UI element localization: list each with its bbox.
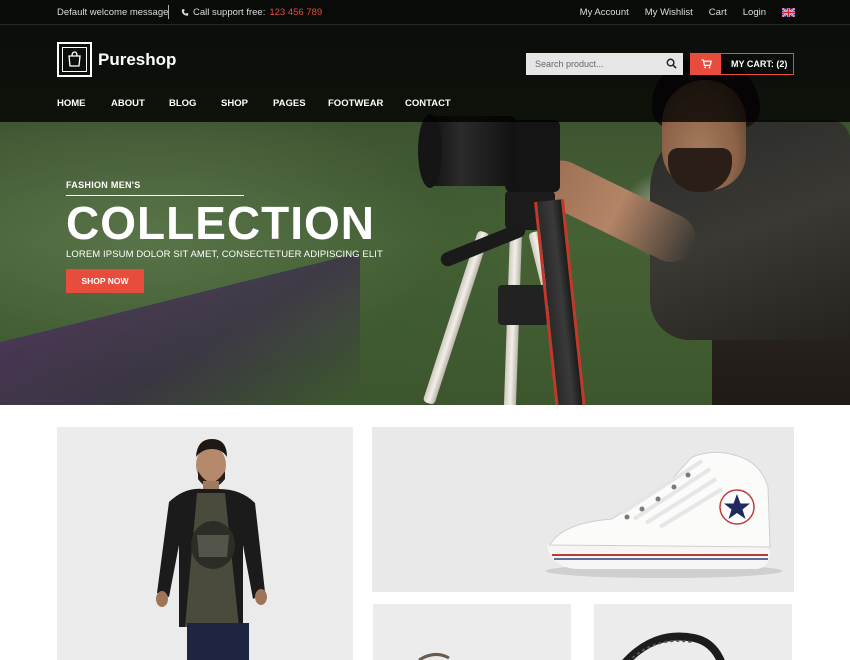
search-icon[interactable] — [666, 58, 677, 69]
cart-label: MY CART: (2) — [731, 59, 788, 69]
product-image-3 — [373, 604, 571, 660]
tripod-collar — [498, 285, 548, 325]
support-info: Call support free: 123 456 789 — [181, 7, 322, 18]
support-phone[interactable]: 123 456 789 — [269, 7, 322, 18]
account-links: My Account My Wishlist Cart Login — [580, 7, 795, 18]
hero-content: FASHION MEN'S COLLECTION LOREM IPSUM DOL… — [66, 180, 383, 260]
site-header: Pureshop MY CART: (2) HOME ABOUT BLOG SH… — [0, 25, 850, 122]
logo-text[interactable]: Pureshop — [98, 50, 176, 70]
top-bar: Default welcome message Call support fre… — [0, 0, 850, 25]
hero-divider — [66, 195, 244, 196]
link-my-wishlist[interactable]: My Wishlist — [645, 7, 693, 18]
nav-contact[interactable]: CONTACT — [405, 98, 465, 109]
uk-flag-icon[interactable] — [782, 8, 795, 17]
nav-about[interactable]: ABOUT — [111, 98, 169, 109]
search-input[interactable] — [526, 53, 656, 75]
white-sneaker-image — [372, 427, 794, 592]
welcome-message: Default welcome message — [57, 7, 169, 18]
camera-lens — [418, 114, 516, 188]
phone-icon — [181, 9, 189, 16]
man-jacket-image — [57, 427, 353, 660]
link-cart[interactable]: Cart — [709, 7, 727, 18]
shop-now-button[interactable]: SHOP NOW — [66, 269, 144, 293]
divider — [168, 5, 169, 19]
cart-icon — [701, 59, 712, 69]
product-item-4[interactable] — [594, 604, 792, 660]
nav-shop[interactable]: SHOP — [221, 98, 273, 109]
nav-pages[interactable]: PAGES — [273, 98, 328, 109]
product-item-3[interactable] — [373, 604, 571, 660]
cart-icon-box — [691, 54, 721, 74]
product-image-4 — [594, 604, 792, 660]
link-login[interactable]: Login — [743, 7, 766, 18]
main-nav: HOME ABOUT BLOG SHOP PAGES FOOTWEAR CONT… — [57, 98, 465, 109]
cart-button[interactable]: MY CART: (2) — [690, 53, 794, 75]
hero-description: LOREM IPSUM DOLOR SIT AMET, CONSECTETUER… — [66, 249, 383, 260]
search-box — [526, 53, 683, 75]
logo-icon[interactable] — [57, 42, 92, 77]
hero-subtitle: FASHION MEN'S — [66, 180, 141, 190]
nav-footwear[interactable]: FOOTWEAR — [328, 98, 405, 109]
product-man-jacket[interactable] — [57, 427, 353, 660]
hero-title: COLLECTION — [66, 197, 375, 249]
link-my-account[interactable]: My Account — [580, 7, 629, 18]
support-label: Call support free: — [193, 7, 266, 18]
product-white-sneaker[interactable] — [372, 427, 794, 592]
nav-home[interactable]: HOME — [57, 98, 111, 109]
nav-blog[interactable]: BLOG — [169, 98, 221, 109]
